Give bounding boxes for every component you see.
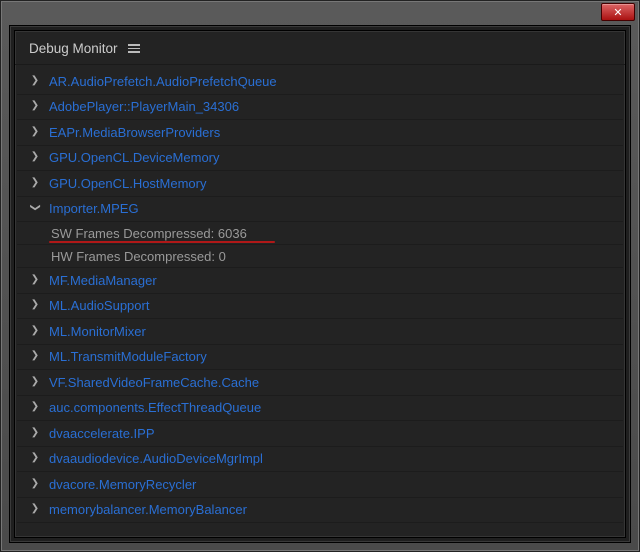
tree-item[interactable]: ❯ML.TransmitModuleFactory <box>17 345 623 371</box>
chevron-down-icon: ❯ <box>30 200 41 216</box>
tree-item-label: EAPr.MediaBrowserProviders <box>43 125 220 140</box>
panel-title: Debug Monitor <box>29 41 118 56</box>
hamburger-icon[interactable] <box>128 44 140 53</box>
chevron-right-icon: ❯ <box>27 376 43 387</box>
chevron-right-icon: ❯ <box>27 151 43 162</box>
chevron-right-icon: ❯ <box>27 401 43 412</box>
tree-item-label: dvaaudiodevice.AudioDeviceMgrImpl <box>43 451 263 466</box>
tree-item-label: GPU.OpenCL.HostMemory <box>43 176 207 191</box>
tree-item[interactable]: ❯VF.SharedVideoFrameCache.Cache <box>17 370 623 396</box>
chevron-right-icon: ❯ <box>27 350 43 361</box>
tree-item-label: auc.components.EffectThreadQueue <box>43 400 261 415</box>
close-icon: ✕ <box>613 6 622 19</box>
chevron-right-icon: ❯ <box>27 274 43 285</box>
tree-child-text: SW Frames Decompressed: 6036 <box>51 226 247 241</box>
panel: Debug Monitor ❯AR.AudioPrefetch.AudioPre… <box>14 30 626 538</box>
tree-item[interactable]: ❯dvacore.MemoryRecycler <box>17 472 623 498</box>
chevron-right-icon: ❯ <box>27 299 43 310</box>
chevron-right-icon: ❯ <box>27 478 43 489</box>
tree-item-label: MF.MediaManager <box>43 273 157 288</box>
tree-child-text: HW Frames Decompressed: 0 <box>51 249 226 264</box>
tree-item-label: Importer.MPEG <box>43 201 139 216</box>
tree-child-item: SW Frames Decompressed: 6036 <box>17 222 623 245</box>
tree-item[interactable]: ❯MF.MediaManager <box>17 268 623 294</box>
chevron-right-icon: ❯ <box>27 503 43 514</box>
tree-item[interactable]: ❯AdobePlayer::PlayerMain_34306 <box>17 95 623 121</box>
tree-item[interactable]: ❯ML.MonitorMixer <box>17 319 623 345</box>
chevron-right-icon: ❯ <box>27 75 43 86</box>
tree-item-label: memorybalancer.MemoryBalancer <box>43 502 247 517</box>
chevron-right-icon: ❯ <box>27 100 43 111</box>
tree-item[interactable]: ❯dvaaudiodevice.AudioDeviceMgrImpl <box>17 447 623 473</box>
tree-item[interactable]: ❯Importer.MPEG <box>17 197 623 223</box>
panel-header: Debug Monitor <box>15 31 625 65</box>
tree-item-label: dvacore.MemoryRecycler <box>43 477 196 492</box>
app-window: ✕ Debug Monitor ❯AR.AudioPrefetch.AudioP… <box>0 0 640 552</box>
tree: ❯AR.AudioPrefetch.AudioPrefetchQueue❯Ado… <box>15 65 625 525</box>
tree-item-label: GPU.OpenCL.DeviceMemory <box>43 150 220 165</box>
tree-item-label: ML.MonitorMixer <box>43 324 146 339</box>
tree-item[interactable]: ❯AR.AudioPrefetch.AudioPrefetchQueue <box>17 69 623 95</box>
chevron-right-icon: ❯ <box>27 452 43 463</box>
tree-item[interactable]: ❯ML.AudioSupport <box>17 294 623 320</box>
tree-item[interactable]: ❯memorybalancer.MemoryBalancer <box>17 498 623 524</box>
annotation-underline <box>49 241 275 243</box>
tree-item[interactable]: ❯EAPr.MediaBrowserProviders <box>17 120 623 146</box>
tree-item-label: VF.SharedVideoFrameCache.Cache <box>43 375 259 390</box>
chevron-right-icon: ❯ <box>27 427 43 438</box>
tree-item-label: dvaaccelerate.IPP <box>43 426 155 441</box>
tree-item[interactable]: ❯dvaaccelerate.IPP <box>17 421 623 447</box>
tree-item[interactable]: ❯GPU.OpenCL.DeviceMemory <box>17 146 623 172</box>
tree-child-item: HW Frames Decompressed: 0 <box>17 245 623 268</box>
close-button[interactable]: ✕ <box>601 3 635 21</box>
tree-item-label: ML.TransmitModuleFactory <box>43 349 207 364</box>
tree-item[interactable]: ❯auc.components.EffectThreadQueue <box>17 396 623 422</box>
chevron-right-icon: ❯ <box>27 177 43 188</box>
chevron-right-icon: ❯ <box>27 325 43 336</box>
tree-item-label: ML.AudioSupport <box>43 298 149 313</box>
chevron-right-icon: ❯ <box>27 126 43 137</box>
titlebar: ✕ <box>1 1 639 25</box>
tree-item-label: AR.AudioPrefetch.AudioPrefetchQueue <box>43 74 277 89</box>
tree-item-label: AdobePlayer::PlayerMain_34306 <box>43 99 239 114</box>
client-area: Debug Monitor ❯AR.AudioPrefetch.AudioPre… <box>9 25 631 543</box>
tree-item[interactable]: ❯GPU.OpenCL.HostMemory <box>17 171 623 197</box>
